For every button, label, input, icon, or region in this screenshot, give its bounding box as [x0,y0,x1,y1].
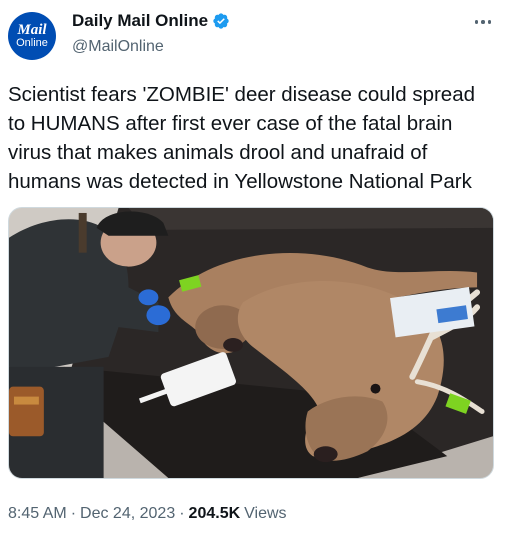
verified-badge-icon [213,13,229,29]
tweet-meta: 8:45 AM · Dec 24, 2023 · 204.5K Views [8,504,287,524]
tweet-date[interactable]: Dec 24, 2023 [80,504,175,524]
account-names: Daily Mail Online @MailOnline [72,10,230,58]
avatar-line1: Mail [17,22,47,38]
account-handle[interactable]: @MailOnline [72,36,230,58]
meta-separator: · [70,505,77,522]
tweet-time[interactable]: 8:45 AM [8,504,67,524]
views-label: Views [244,505,287,522]
avatar[interactable]: Mail Online [8,12,56,60]
more-options-icon[interactable] [471,14,495,30]
tweet-header: Mail Online Daily Mail Online @MailOnlin… [8,8,501,64]
photo-illustration [9,208,493,478]
views-count: 204.5K [188,505,241,522]
tweet-text: Scientist fears 'ZOMBIE' deer disease co… [8,83,476,193]
meta-separator: · [179,505,185,522]
display-name[interactable]: Daily Mail Online [72,10,208,32]
avatar-line2: Online [16,37,48,49]
tweet-photo[interactable] [8,207,494,479]
